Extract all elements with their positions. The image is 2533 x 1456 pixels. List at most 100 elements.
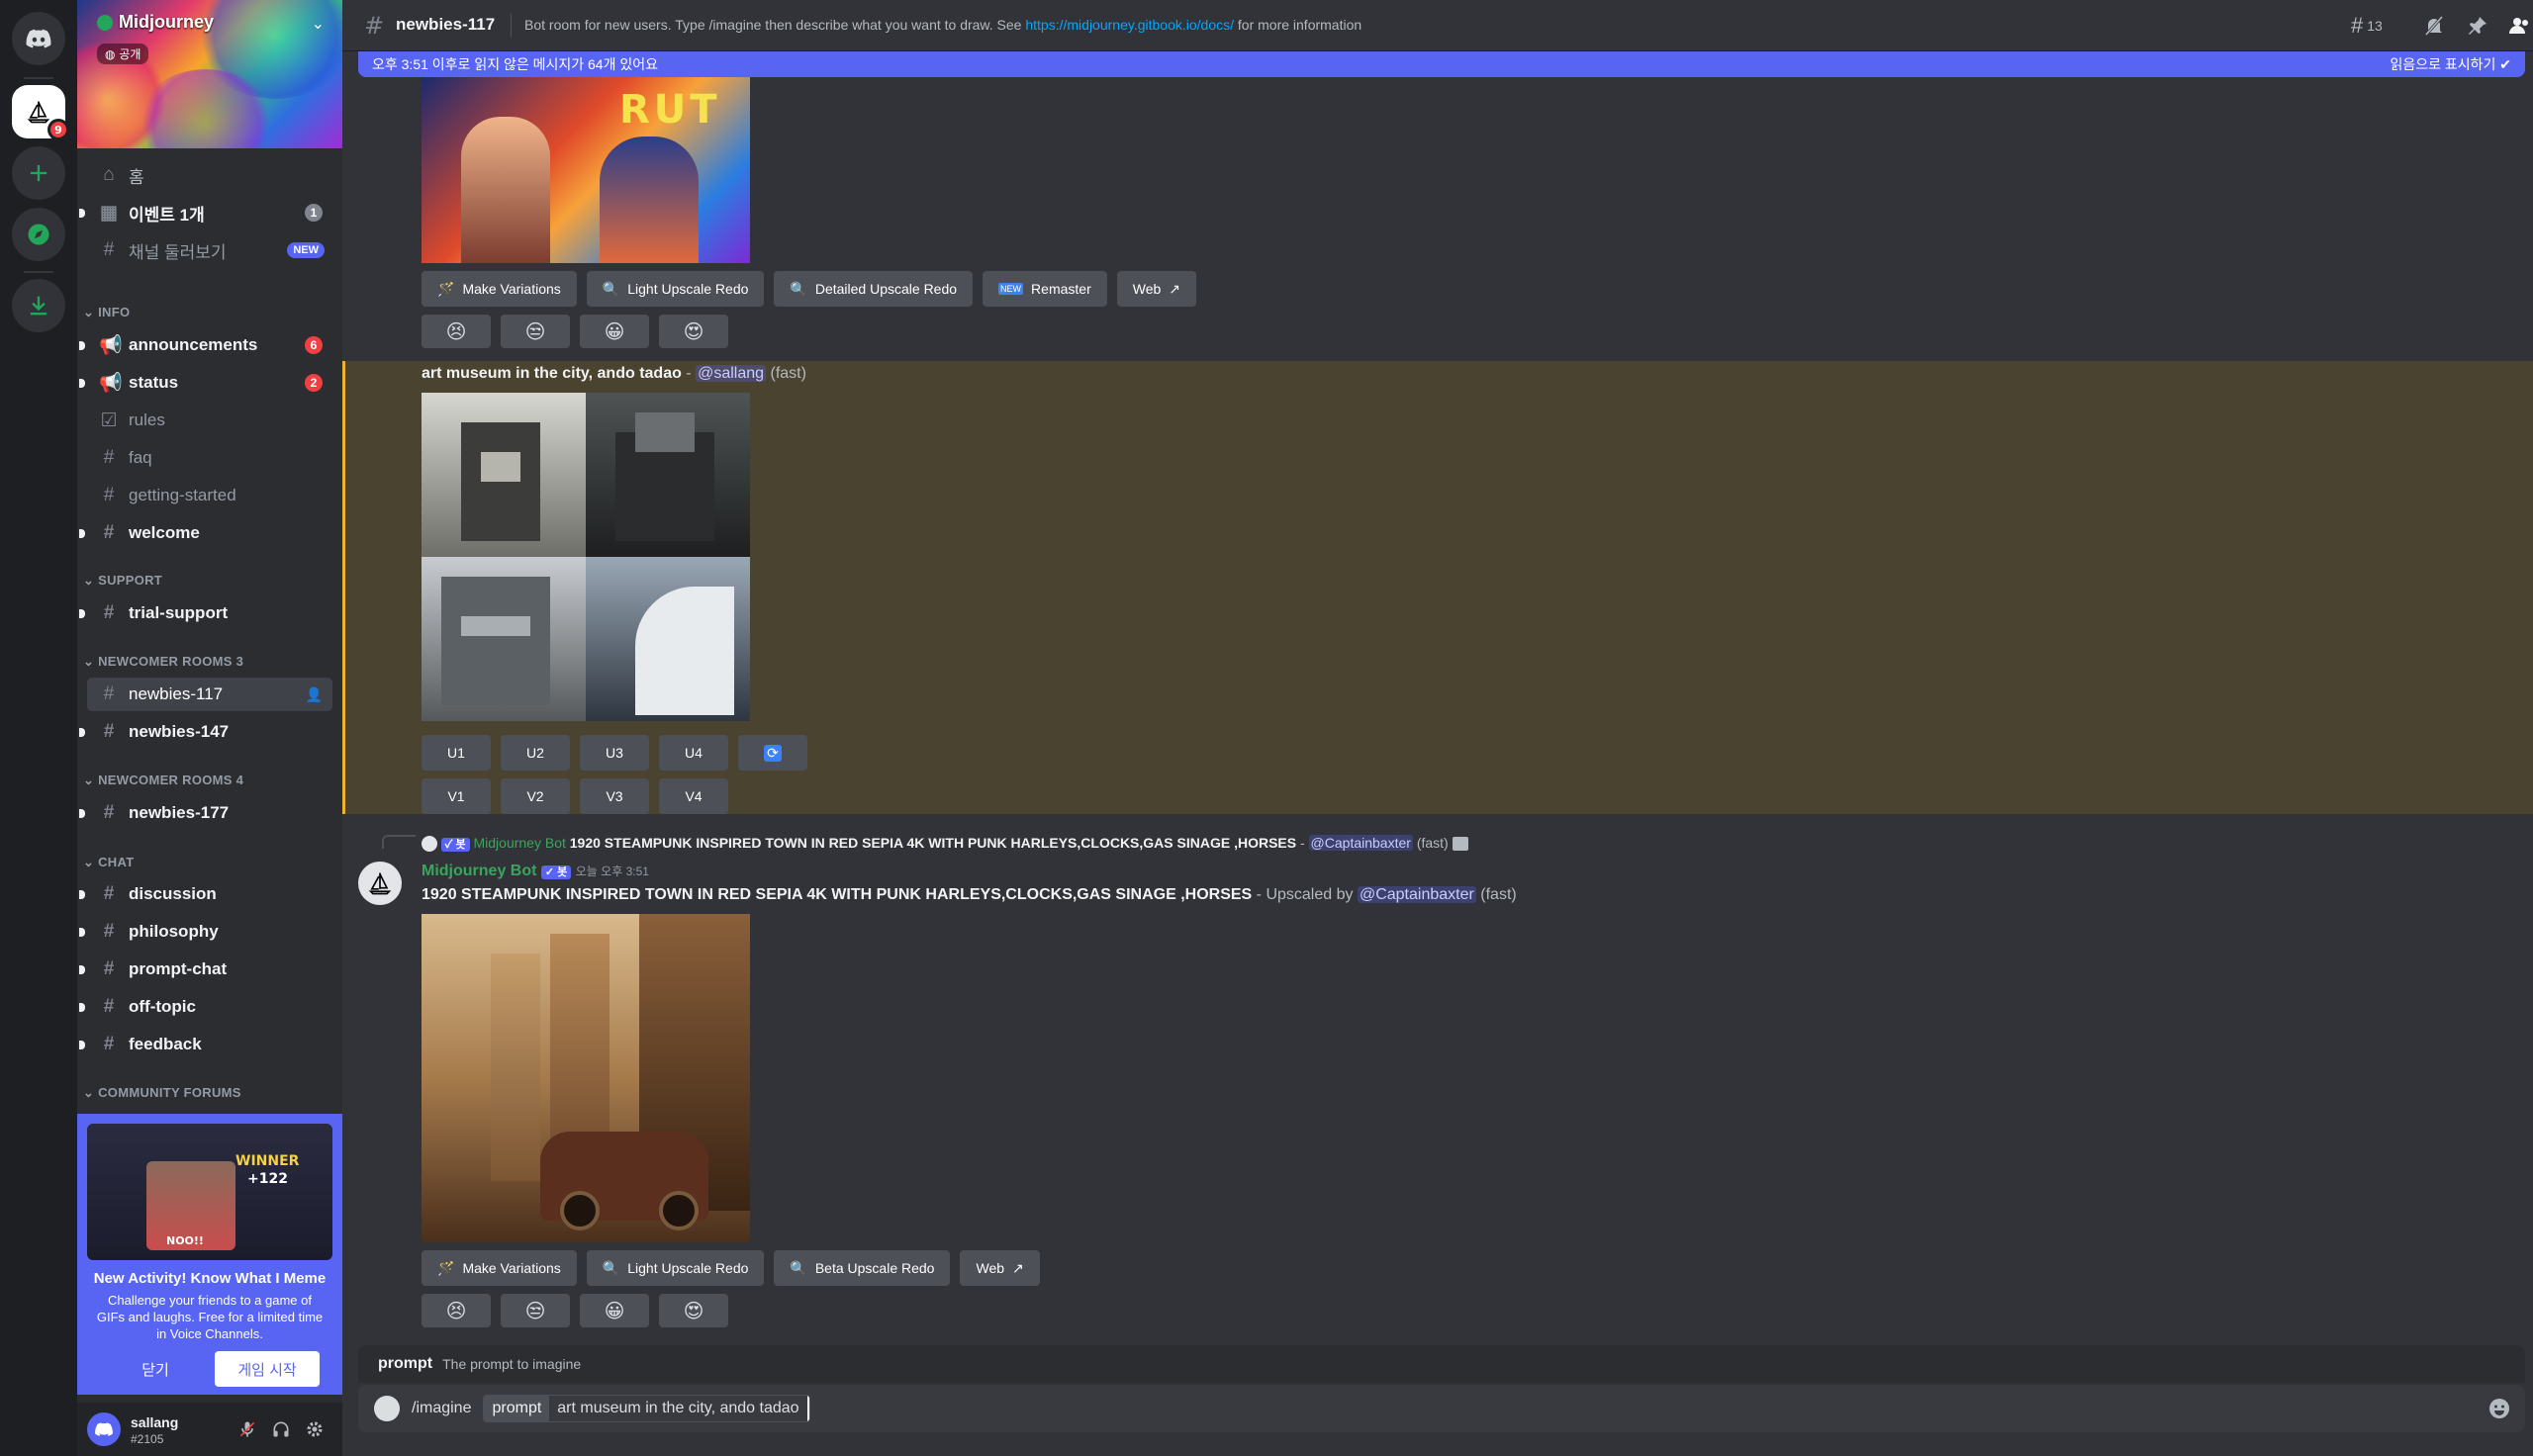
category-community-forums[interactable]: ⌄ COMMUNITY FORUMS bbox=[83, 1085, 241, 1101]
user-mention[interactable]: @Captainbaxter bbox=[1308, 835, 1413, 851]
pin-icon bbox=[2469, 17, 2486, 35]
headphones-icon[interactable] bbox=[269, 1417, 293, 1441]
sidebar-item-getting-started[interactable]: # getting-started bbox=[87, 479, 332, 512]
sidebar-item-rules[interactable]: ☑ rules bbox=[87, 404, 332, 437]
reaction-heart-eyes-button[interactable]: 😍 bbox=[659, 1294, 728, 1327]
author-name[interactable]: Midjourney Bot bbox=[422, 863, 536, 879]
sidebar-item-newbies-147[interactable]: # newbies-147 bbox=[79, 715, 332, 749]
mute-mic-icon[interactable] bbox=[235, 1417, 259, 1441]
category-info[interactable]: ⌄ INFO bbox=[83, 305, 130, 320]
remaster-button[interactable]: NEW Remaster bbox=[983, 271, 1107, 307]
image-grid[interactable] bbox=[422, 393, 750, 721]
mark-as-read-button[interactable]: 읽음으로 표시하기 ✔ bbox=[2390, 54, 2511, 74]
category-newcomer-rooms-3[interactable]: ⌄ NEWCOMER ROOMS 3 bbox=[83, 654, 243, 670]
reaction-unamused-button[interactable]: 😒 bbox=[501, 315, 570, 348]
unread-indicator bbox=[79, 808, 85, 818]
unread-messages-bar[interactable]: 오후 3:51 이후로 읽지 않은 메시지가 64개 있어요 읽음으로 표시하기… bbox=[358, 51, 2525, 77]
sidebar-item-trial-support[interactable]: # trial-support bbox=[79, 596, 332, 630]
avatar[interactable] bbox=[87, 1412, 121, 1446]
sidebar-item-discussion[interactable]: # discussion bbox=[79, 877, 332, 911]
pinned-messages-button[interactable] bbox=[2466, 12, 2489, 40]
upscaled-image-art[interactable]: RUT bbox=[422, 77, 750, 263]
chevron-down-icon: ⌄ bbox=[83, 773, 99, 787]
chevron-down-icon[interactable]: ⌄ bbox=[312, 14, 325, 33]
u2-button[interactable]: U2 bbox=[501, 735, 570, 771]
activity-start-button[interactable]: 게임 시작 bbox=[215, 1351, 320, 1387]
magnifier-icon: 🔍 bbox=[602, 1259, 620, 1276]
explore-servers-button[interactable] bbox=[12, 208, 65, 261]
hash-icon: # bbox=[103, 1034, 115, 1054]
sidebar-item-prompt-chat[interactable]: # prompt-chat bbox=[79, 953, 332, 986]
prompt-option-label: prompt bbox=[484, 1396, 550, 1421]
unread-indicator bbox=[79, 340, 85, 350]
emoji-icon[interactable] bbox=[2487, 1397, 2511, 1420]
chevron-down-icon: ⌄ bbox=[83, 305, 99, 319]
user-mention[interactable]: @Captainbaxter bbox=[1357, 886, 1476, 903]
score-label: +122 bbox=[247, 1171, 288, 1187]
detailed-upscale-redo-button[interactable]: 🔍 Detailed Upscale Redo bbox=[774, 271, 974, 307]
sidebar-item-home[interactable]: ⌂ 홈 bbox=[87, 158, 332, 192]
magnifier-icon: 🔍 bbox=[790, 280, 807, 297]
download-apps-button[interactable] bbox=[12, 279, 65, 332]
sidebar-item-announcements[interactable]: 📢 announcements 6 bbox=[79, 328, 332, 362]
discord-home-button[interactable] bbox=[12, 12, 65, 65]
threads-button[interactable]: # 13 bbox=[2351, 12, 2383, 40]
sidebar-item-newbies-177[interactable]: # newbies-177 bbox=[79, 796, 332, 830]
reaction-heart-eyes-button[interactable]: 😍 bbox=[659, 315, 728, 348]
v1-button[interactable]: V1 bbox=[422, 778, 491, 814]
avatar[interactable] bbox=[358, 862, 402, 905]
prompt-option-field[interactable]: prompt art museum in the city, ando tada… bbox=[483, 1395, 810, 1422]
category-chat[interactable]: ⌄ CHAT bbox=[83, 855, 134, 870]
add-server-button[interactable] bbox=[12, 146, 65, 200]
reroll-button[interactable]: ⟳ bbox=[738, 735, 807, 771]
category-support[interactable]: ⌄ SUPPORT bbox=[83, 573, 162, 589]
beta-upscale-redo-button[interactable]: 🔍 Beta Upscale Redo bbox=[774, 1250, 951, 1286]
make-variations-button[interactable]: 🪄 Make Variations bbox=[422, 271, 577, 307]
sidebar-item-newbies-117[interactable]: # newbies-117 👤 bbox=[87, 678, 332, 711]
server-midjourney[interactable]: 9 bbox=[12, 85, 69, 140]
message-composer[interactable]: /imagine prompt art museum in the city, … bbox=[358, 1385, 2525, 1432]
sidebar-item-philosophy[interactable]: # philosophy bbox=[79, 915, 332, 949]
server-name[interactable]: Midjourney bbox=[97, 12, 214, 33]
activity-close-button[interactable]: 닫기 bbox=[121, 1351, 190, 1387]
reaction-persevere-button[interactable]: 😣 bbox=[422, 1294, 491, 1327]
sidebar-item-events[interactable]: ▦ 이벤트 1개 1 bbox=[79, 196, 332, 229]
sidebar-item-browse-channels[interactable]: # 채널 둘러보기 NEW bbox=[87, 233, 332, 267]
reaction-unamused-button[interactable]: 😒 bbox=[501, 1294, 570, 1327]
sailboat-icon bbox=[27, 101, 50, 124]
reply-reference[interactable]: ✓ 봇 Midjourney Bot 1920 STEAMPUNK INSPIR… bbox=[422, 835, 1468, 853]
sidebar-item-off-topic[interactable]: # off-topic bbox=[79, 990, 332, 1024]
category-newcomer-rooms-4[interactable]: ⌄ NEWCOMER ROOMS 4 bbox=[83, 773, 243, 788]
gear-icon[interactable] bbox=[303, 1417, 327, 1441]
user-mention[interactable]: @sallang bbox=[696, 365, 767, 382]
v2-button[interactable]: V2 bbox=[501, 778, 570, 814]
make-variations-button[interactable]: 🪄 Make Variations bbox=[422, 1250, 577, 1286]
server-banner[interactable]: Midjourney ⌄ ◍ 공개 bbox=[77, 0, 342, 148]
member-list-button[interactable] bbox=[2507, 12, 2531, 40]
v4-button[interactable]: V4 bbox=[659, 778, 728, 814]
web-button[interactable]: Web ↗ bbox=[1116, 271, 1197, 307]
reaction-grin-button[interactable]: 😀 bbox=[580, 315, 649, 348]
notification-settings-button[interactable] bbox=[2422, 12, 2446, 40]
reaction-persevere-button[interactable]: 😣 bbox=[422, 315, 491, 348]
sidebar-item-feedback[interactable]: # feedback bbox=[79, 1028, 332, 1061]
option-description: The prompt to imagine bbox=[442, 1356, 582, 1372]
u3-button[interactable]: U3 bbox=[580, 735, 649, 771]
light-upscale-redo-button[interactable]: 🔍 Light Upscale Redo bbox=[586, 271, 765, 307]
unread-text: 오후 3:51 이후로 읽지 않은 메시지가 64개 있어요 bbox=[372, 56, 659, 72]
add-member-icon[interactable]: 👤 bbox=[306, 686, 323, 703]
web-button[interactable]: Web ↗ bbox=[960, 1250, 1040, 1286]
sidebar-item-status[interactable]: 📢 status 2 bbox=[79, 366, 332, 400]
u1-button[interactable]: U1 bbox=[422, 735, 491, 771]
upscaled-image-steampunk[interactable] bbox=[422, 914, 750, 1242]
docs-link[interactable]: https://midjourney.gitbook.io/docs/ bbox=[1025, 17, 1234, 33]
u4-button[interactable]: U4 bbox=[659, 735, 728, 771]
reaction-grin-button[interactable]: 😀 bbox=[580, 1294, 649, 1327]
sidebar-item-faq[interactable]: # faq bbox=[87, 441, 332, 475]
prompt-input[interactable]: art museum in the city, ando tadao bbox=[549, 1396, 809, 1421]
v3-button[interactable]: V3 bbox=[580, 778, 649, 814]
light-upscale-redo-button[interactable]: 🔍 Light Upscale Redo bbox=[586, 1250, 765, 1286]
reply-spine bbox=[382, 835, 416, 849]
event-count-badge: 1 bbox=[305, 204, 323, 222]
sidebar-item-welcome[interactable]: # welcome bbox=[79, 516, 332, 550]
